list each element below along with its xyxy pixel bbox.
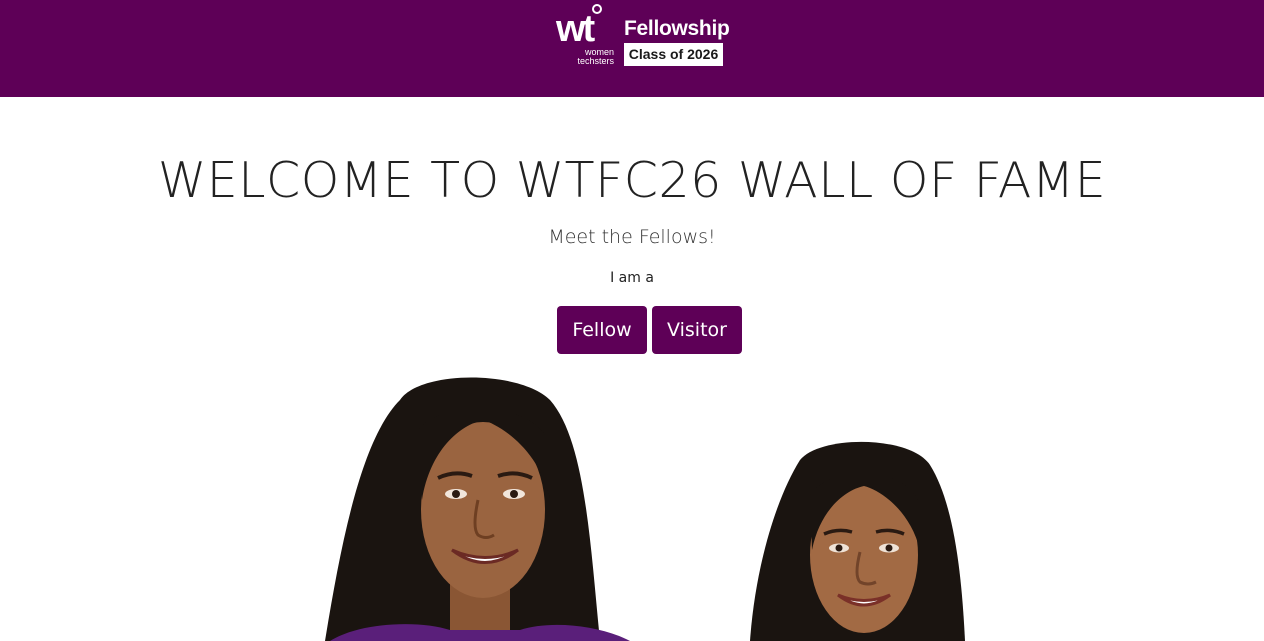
logo-program-name: Fellowship <box>624 17 730 40</box>
logo-ring-icon <box>592 4 602 14</box>
women-techsters-fellowship-logo[interactable]: wt women techsters Fellowship Class of 2… <box>556 4 730 70</box>
fellow-photo-left <box>300 370 640 641</box>
logo-wordmark-line2: techsters <box>577 56 614 66</box>
page-title: WELCOME TO WTFC26 WALL OF FAME <box>157 152 1107 209</box>
fellows-photo-strip <box>0 370 1264 641</box>
logo-mark: wt <box>556 8 595 50</box>
logo-cohort-badge: Class of 2026 <box>624 43 723 66</box>
visitor-button[interactable]: Visitor <box>652 306 742 354</box>
logo-wordmark: women techsters <box>564 48 614 66</box>
page-subtitle: Meet the Fellows! <box>548 226 716 248</box>
top-banner: wt women techsters Fellowship Class of 2… <box>0 0 1264 97</box>
fellow-photo-right <box>740 440 980 641</box>
role-prompt: I am a <box>610 270 654 286</box>
fellow-button[interactable]: Fellow <box>557 306 647 354</box>
